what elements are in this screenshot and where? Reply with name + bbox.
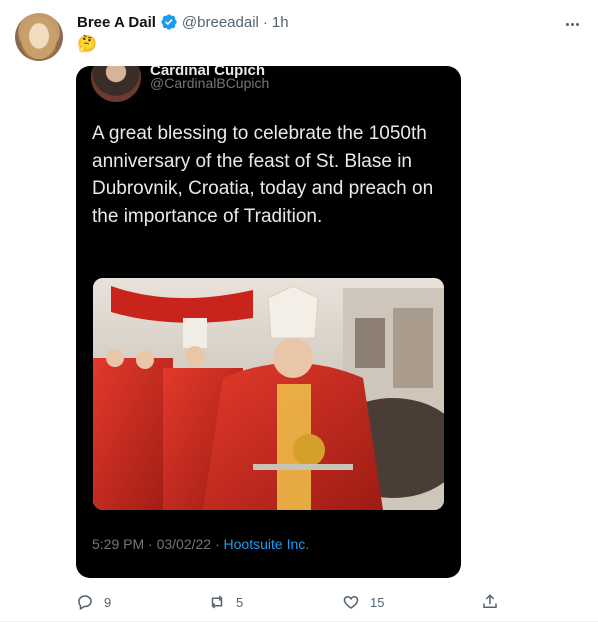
quoted-author-handle: @CardinalBCupich [150,75,270,91]
retweet-icon [211,595,223,609]
author-handle[interactable]: @breeadail [182,14,259,31]
tweet-time[interactable]: 1h [272,14,289,31]
retweet-count: 5 [236,594,244,610]
tweet-header: Bree A Dail @breeadail · 1h [77,12,289,32]
procession-photo-illustration [93,278,444,510]
tweet-actions: 9 5 15 [76,590,516,614]
share-button[interactable] [481,590,499,614]
quoted-tweet-image[interactable]: Cardinal Cupich @CardinalBCupich A great… [76,66,461,578]
author-name[interactable]: Bree A Dail [77,14,156,31]
author-avatar[interactable] [15,13,63,61]
tweet-article[interactable]: Bree A Dail @breeadail · 1h 🤔 Cardinal C… [0,0,598,622]
like-icon [343,595,359,609]
like-button[interactable]: 15 [342,590,384,614]
header-separator: · [262,13,268,31]
verified-icon [161,14,177,30]
quoted-tweet-timestamp: 5:29 PM · 03/02/22 · [92,536,224,552]
retweet-button[interactable]: 5 [208,590,243,614]
procession-photo [93,278,444,510]
quoted-author-avatar [91,66,141,102]
more-icon[interactable] [562,14,582,34]
reply-icon [78,595,92,611]
share-icon [483,594,497,608]
reply-button[interactable]: 9 [76,590,111,614]
reply-count: 9 [104,594,112,610]
quoted-tweet-text: A great blessing to celebrate the 1050th… [92,123,434,227]
like-count: 15 [370,594,385,610]
avatar-portrait [21,17,57,59]
tweet-text: 🤔 [77,36,97,53]
quoted-tweet-meta: 5:29 PM · 03/02/22 · Hootsuite Inc. [92,536,309,552]
quoted-tweet-source: Hootsuite Inc. [223,536,310,552]
